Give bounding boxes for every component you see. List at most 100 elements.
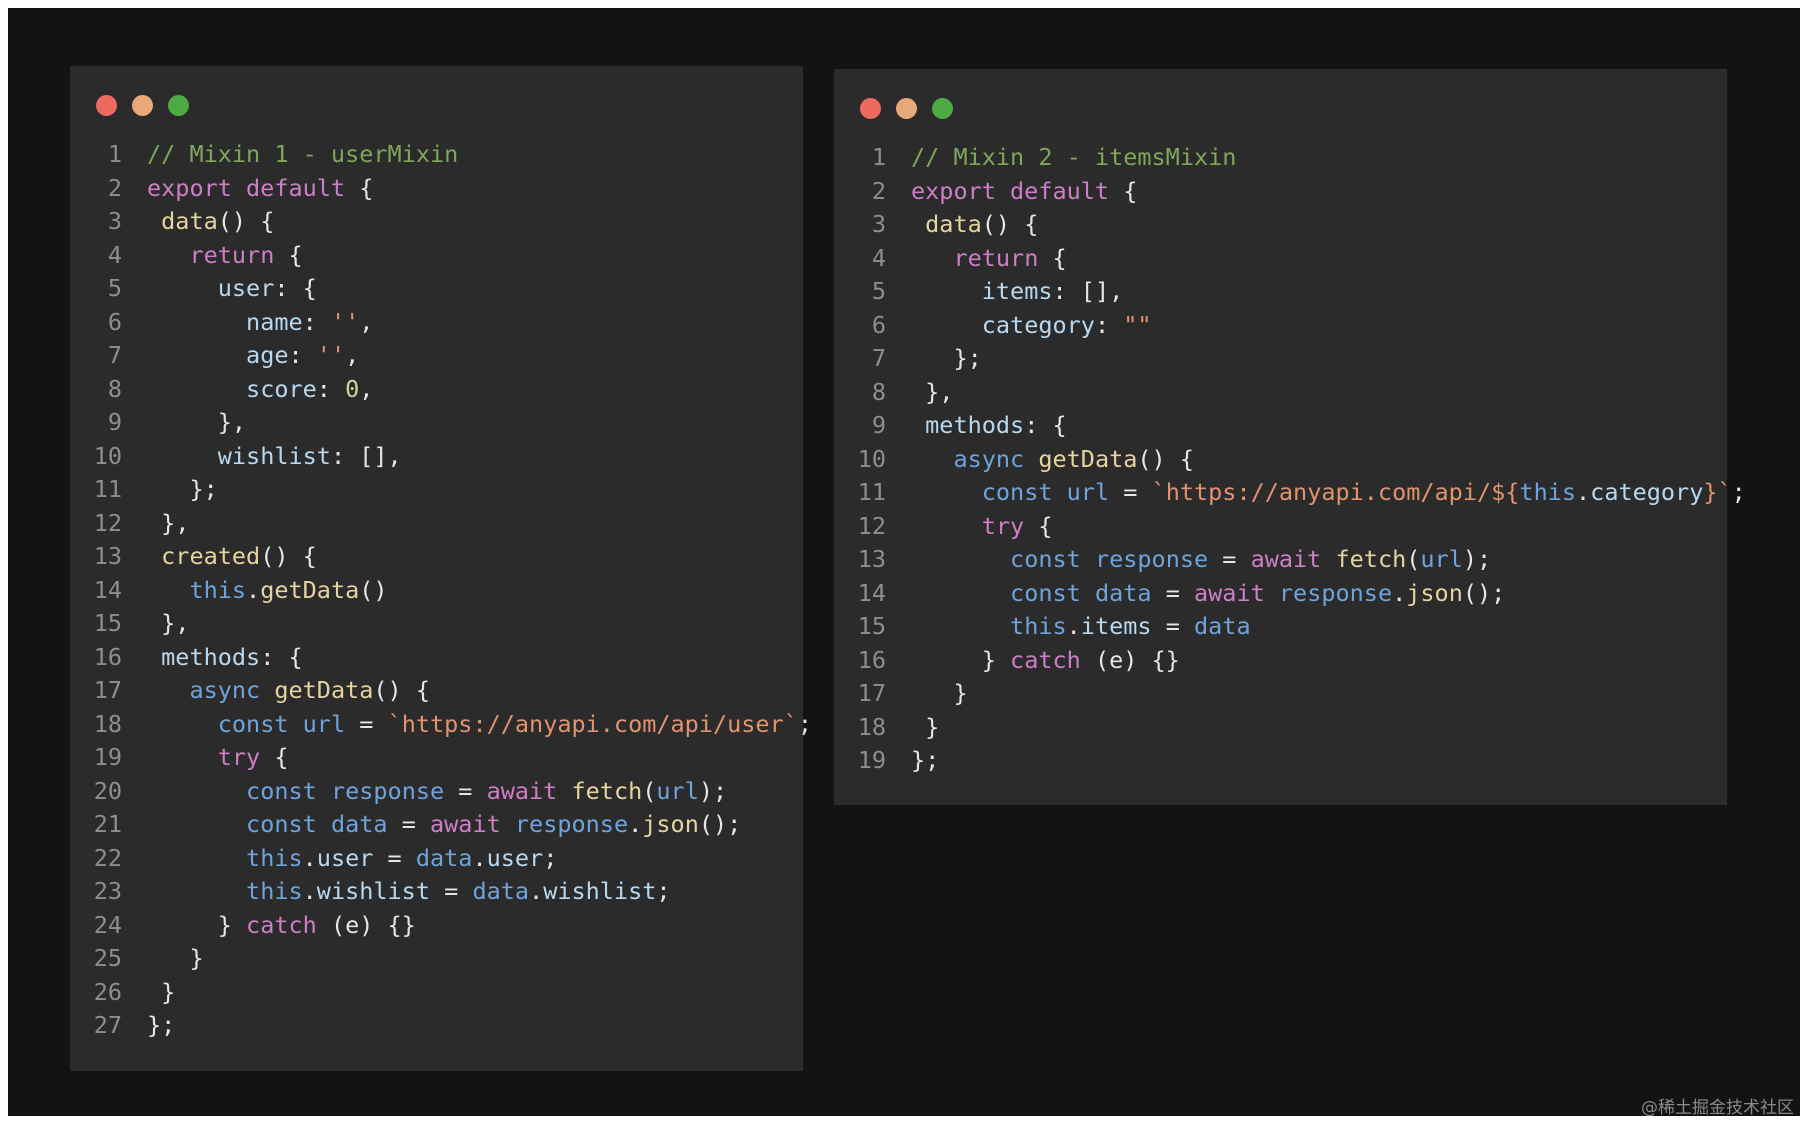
- code-token: .: [246, 575, 261, 604]
- code-token: () {: [981, 210, 1039, 238]
- code-token: url: [1066, 478, 1110, 506]
- code-token: ;: [1731, 478, 1746, 506]
- code-token: : {: [274, 274, 317, 302]
- line-number: 7: [107, 341, 122, 369]
- code-token: data: [330, 810, 388, 838]
- code-token: response: [1094, 545, 1209, 573]
- line-number: 12: [93, 508, 122, 537]
- line-number: 1: [107, 140, 122, 168]
- code-token: wishlist: [217, 441, 331, 470]
- code-line: 11 const url = `https://anyapi.com/api/$…: [834, 476, 1746, 510]
- code-text: methods: {: [122, 641, 303, 675]
- code-line: 3 data() {: [834, 208, 1727, 242]
- code-token: response: [330, 776, 445, 805]
- line-number: 14: [93, 575, 122, 604]
- code-token: {: [260, 743, 289, 771]
- code-token: ,: [359, 374, 374, 403]
- code-text: };: [886, 342, 981, 376]
- code-token: ;: [797, 709, 813, 738]
- code-token: {: [1109, 176, 1138, 205]
- code-token: response: [514, 810, 629, 838]
- code-line: 14 const data = await response.json();: [834, 577, 1727, 611]
- code-text: }: [886, 677, 968, 711]
- code-line: 23 this.wishlist = data.wishlist;: [70, 875, 803, 909]
- code-token: const: [246, 776, 317, 805]
- line-number: 19: [93, 743, 122, 771]
- code-token: }: [147, 944, 204, 972]
- code-text: export default {: [886, 175, 1137, 209]
- close-dot-icon: [860, 98, 881, 119]
- line-number: 17: [857, 679, 886, 707]
- code-token: age: [246, 341, 289, 369]
- code-token: url: [656, 776, 699, 805]
- code-line: 3 data() {: [70, 205, 803, 239]
- code-token: };: [911, 746, 940, 774]
- code-token: fetch: [571, 776, 643, 805]
- code-text: user: {: [122, 272, 317, 306]
- line-number: 15: [93, 609, 122, 637]
- code-line: 8 },: [834, 376, 1727, 410]
- code-token: :: [1094, 310, 1124, 339]
- code-token: items: [1080, 612, 1152, 640]
- line-number: 3: [107, 207, 122, 235]
- code-token: url: [302, 709, 346, 738]
- code-token: this: [189, 575, 247, 604]
- code-line: 4 return {: [70, 239, 803, 273]
- line-number: 4: [871, 243, 886, 272]
- code-line: 8 score: 0,: [70, 373, 803, 407]
- code-text: async getData() {: [122, 674, 430, 708]
- code-token: const: [246, 810, 317, 838]
- code-token: (e) {}: [316, 910, 416, 939]
- code-block: 1// Mixin 1 - userMixin 2 export default {…: [70, 138, 812, 1043]
- line-number: 16: [93, 642, 122, 671]
- code-token: }: [911, 679, 968, 707]
- code-text: }: [122, 976, 175, 1010]
- code-token: .: [1392, 578, 1407, 607]
- zoom-dot-icon: [168, 95, 189, 116]
- minimize-dot-icon: [132, 95, 153, 116]
- code-token: catch: [1010, 645, 1081, 674]
- code-token: // Mixin 2 - itemsMixin: [911, 143, 1237, 171]
- code-line: 14 this.getData(): [70, 574, 803, 608]
- code-token: :: [316, 374, 346, 403]
- code-token: (: [1406, 545, 1421, 573]
- code-text: export default {: [122, 172, 373, 206]
- code-text: score: 0,: [122, 373, 373, 407]
- code-token: methods: [925, 411, 1025, 439]
- code-text: };: [122, 1009, 175, 1043]
- minimize-dot-icon: [896, 98, 917, 119]
- code-text: },: [122, 406, 246, 440]
- code-token: .: [472, 843, 487, 872]
- line-number: 19: [857, 746, 886, 774]
- code-token: }: [147, 910, 247, 939]
- zoom-dot-icon: [932, 98, 953, 119]
- code-line: 1 // Mixin 1 - userMixin: [70, 138, 803, 172]
- code-token: data: [925, 210, 982, 238]
- code-token: : [],: [1052, 277, 1124, 305]
- code-line: 7 };: [834, 342, 1727, 376]
- code-token: =: [1151, 612, 1194, 640]
- code-line: 12 },: [70, 507, 803, 541]
- code-token: this: [1010, 612, 1067, 640]
- code-text: const response = await fetch(url);: [886, 543, 1491, 577]
- code-line: 24 } catch (e) {}: [70, 909, 803, 943]
- code-text: const data = await response.json();: [886, 577, 1505, 611]
- line-number: 10: [857, 444, 886, 473]
- line-number: 13: [857, 545, 886, 573]
- code-line: 2 export default {: [70, 172, 803, 206]
- code-token: ;: [543, 843, 558, 872]
- line-number: 3: [871, 210, 886, 238]
- code-line: 16 } catch (e) {}: [834, 644, 1727, 678]
- code-text: data() {: [122, 205, 274, 239]
